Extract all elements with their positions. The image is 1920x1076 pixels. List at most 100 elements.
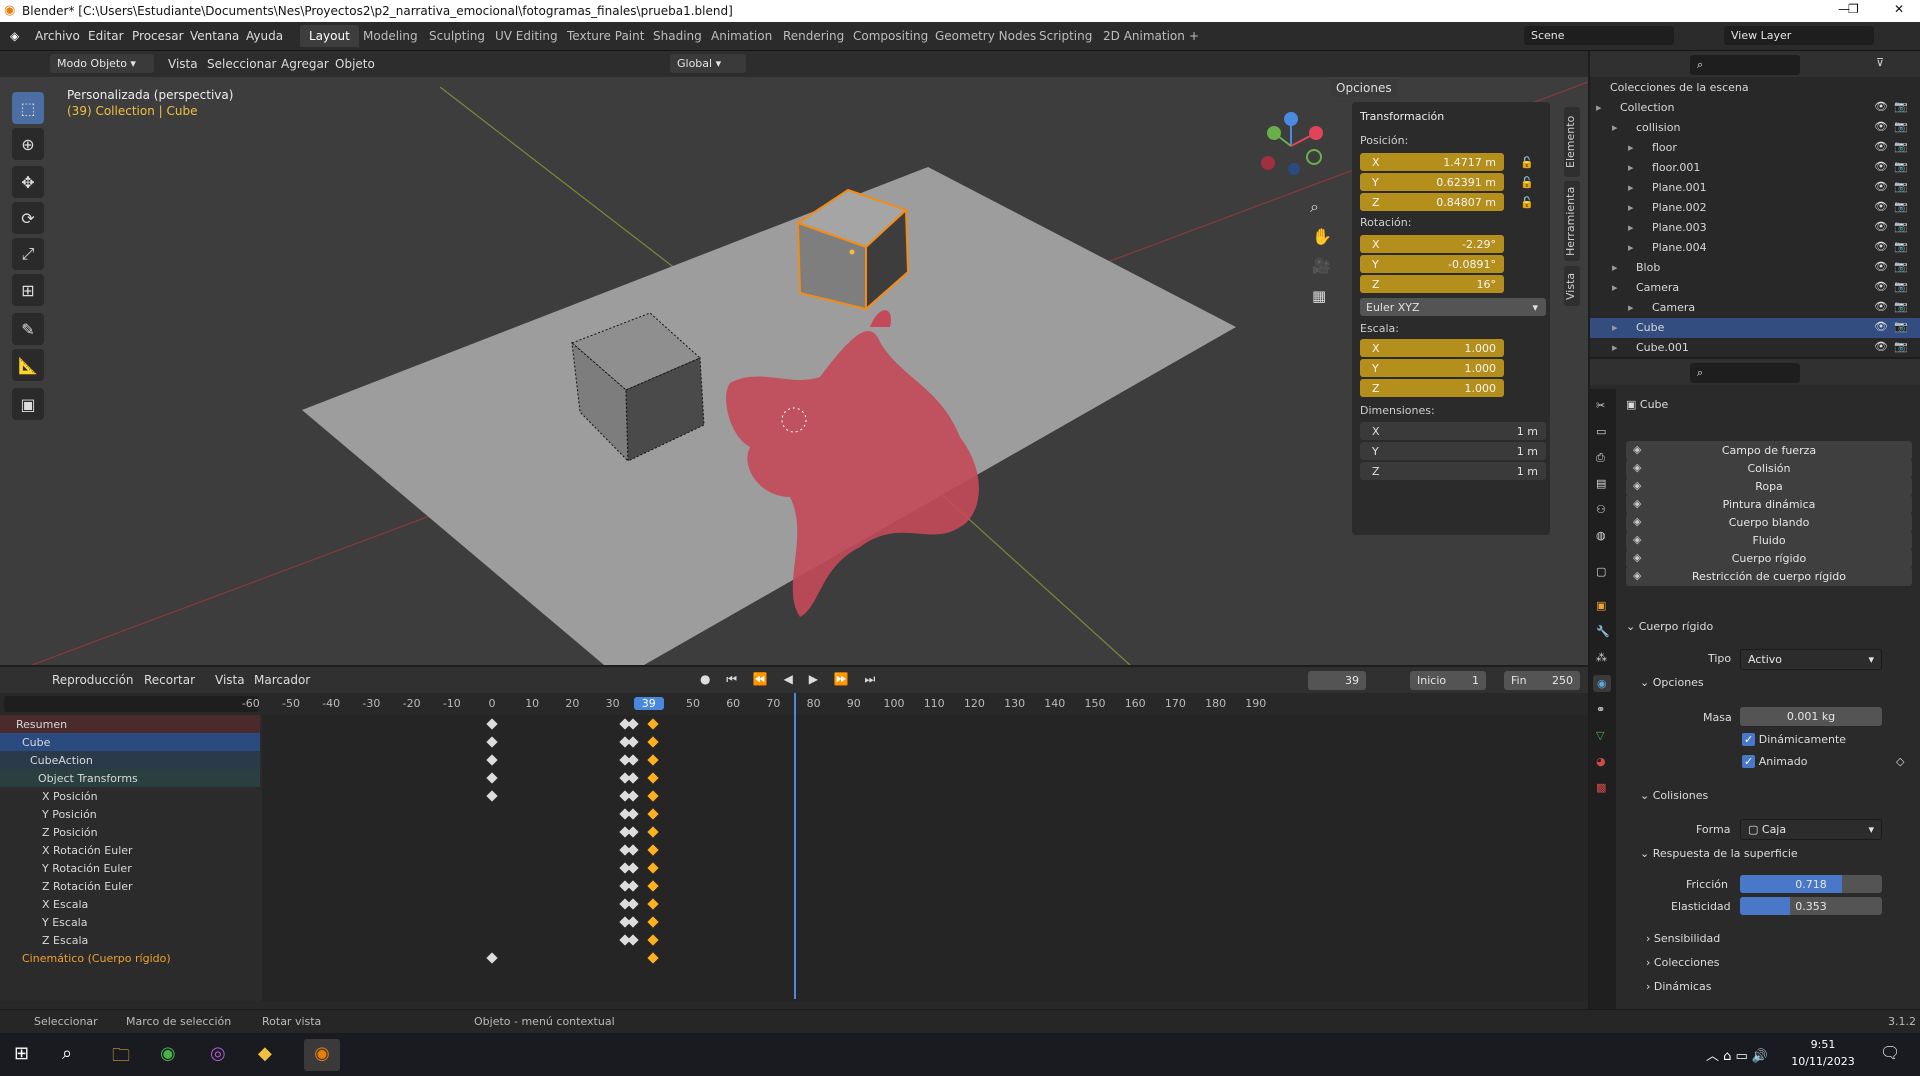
tab-compositing[interactable]: Compositing [844,25,937,47]
dinamicas-subpanel[interactable]: › Dinámicas [1646,980,1711,993]
windows-start-icon[interactable]: ⊞ [14,1043,29,1064]
scale-tool-icon[interactable]: ⤢ [12,238,44,270]
visibility-eye-icon[interactable]: 👁 [1874,120,1888,133]
visibility-eye-icon[interactable]: 👁 [1874,280,1888,293]
keyframe-diamond[interactable] [627,916,639,928]
channel-row[interactable]: Y Escala [0,913,260,931]
viewport-menu-seleccionar[interactable]: Seleccionar [207,57,276,71]
position-x-field[interactable]: X 1.4717 m [1360,153,1504,171]
visibility-eye-icon[interactable]: 👁 [1874,320,1888,333]
keyframe-diamond[interactable] [647,898,659,910]
keyframe-diamond[interactable] [647,862,659,874]
dimension-x-field[interactable]: X 1 m [1360,422,1546,440]
channel-row[interactable]: Z Rotación Euler [0,877,260,895]
physics-button[interactable]: ◈ Restricción de cuerpo rígido [1626,567,1912,586]
orientation-selector[interactable]: Global ▾ [670,54,746,73]
expand-arrow-icon[interactable]: ▸ [1628,181,1634,194]
timeline-editor[interactable]: Reproducción Recortar Vista Marcador ● ⏮… [0,667,1588,1014]
render-camera-icon[interactable]: 📷 [1894,280,1908,293]
clock-date[interactable]: 10/11/2023 [1788,1055,1858,1068]
camera-view-icon[interactable]: 🎥 [1312,257,1331,275]
particles-tab-icon[interactable]: ⁂ [1596,651,1607,664]
keyframe-diamond[interactable] [647,808,659,820]
render-camera-icon[interactable]: 📷 [1894,240,1908,253]
viewport-menu-agregar[interactable]: Agregar [281,57,329,71]
visibility-eye-icon[interactable]: 👁 [1874,220,1888,233]
outliner-row[interactable]: ▸ Plane.001 👁 📷 [1590,178,1920,198]
annotate-tool-icon[interactable]: ✎ [12,313,44,345]
visibility-eye-icon[interactable]: 👁 [1874,180,1888,193]
physics-tab-icon[interactable]: ◉ [1593,675,1611,692]
tab-herramienta[interactable]: Herramienta [1564,181,1580,261]
tab-uv-editing[interactable]: UV Editing [486,25,567,47]
transform-tool-icon[interactable]: ⊞ [12,274,44,306]
expand-arrow-icon[interactable]: ▸ [1612,341,1618,354]
expand-arrow-icon[interactable]: ▸ [1612,261,1618,274]
mode-selector[interactable]: Modo Objeto ▾ [50,54,154,73]
cursor-tool-icon[interactable]: ⊕ [12,128,44,160]
rotate-tool-icon[interactable]: ⟳ [12,202,44,234]
channel-row[interactable]: X Escala [0,895,260,913]
visibility-eye-icon[interactable]: 👁 [1874,140,1888,153]
expand-arrow-icon[interactable]: ▸ [1628,221,1634,234]
menu-editar[interactable]: Editar [88,29,124,43]
render-camera-icon[interactable]: 📷 [1894,220,1908,233]
keyframe-diamond[interactable] [627,736,639,748]
viewport-menu-objeto[interactable]: Objeto [335,57,375,71]
measure-tool-icon[interactable]: 📐 [12,349,44,381]
visibility-eye-icon[interactable]: 👁 [1874,100,1888,113]
keyframe-diamond[interactable] [647,952,659,964]
visibility-eye-icon[interactable]: 👁 [1874,300,1888,313]
visibility-eye-icon[interactable]: 👁 [1874,200,1888,213]
tipo-select[interactable]: Activo ▾ [1740,649,1882,670]
keyframe-diamond[interactable] [647,772,659,784]
channel-row[interactable]: Resumen [0,715,260,733]
dinamicamente-checkbox[interactable]: ✓ Dinámicamente [1742,733,1846,746]
keyframe-diamond[interactable] [486,718,498,730]
keyframe-diamond[interactable] [627,898,639,910]
render-camera-icon[interactable]: 📷 [1894,160,1908,173]
keyframe-diamond[interactable] [647,934,659,946]
viewport-menu-vista[interactable]: Vista [168,57,198,71]
scale-x-field[interactable]: X 1.000 [1360,339,1504,357]
channel-row[interactable]: Y Rotación Euler [0,859,260,877]
expand-arrow-icon[interactable]: ▸ [1612,321,1618,334]
expand-arrow-icon[interactable]: ▸ [1612,121,1618,134]
keyframe-diamond-icon[interactable]: ◇ [1896,755,1904,768]
tab-layout[interactable]: Layout [300,25,359,47]
outliner-row[interactable]: ▸ floor.001 👁 📷 [1590,158,1920,178]
channel-row[interactable]: Cinemático (Cuerpo rígido) [0,949,260,967]
visibility-eye-icon[interactable]: 👁 [1874,260,1888,273]
constraints-tab-icon[interactable]: ⚭ [1596,703,1605,716]
keyframe-diamond[interactable] [627,862,639,874]
keyframe-diamond[interactable] [486,790,498,802]
sensibilidad-subpanel[interactable]: › Sensibilidad [1646,932,1720,945]
outliner-row[interactable]: ▸ Blob 👁 📷 [1590,258,1920,278]
physics-button[interactable]: ◈ Campo de fuerza [1626,441,1912,460]
keyframe-diamond[interactable] [627,808,639,820]
keyframe-diamond[interactable] [627,790,639,802]
rigid-body-panel-header[interactable]: ⌄ Cuerpo rígido [1626,620,1713,633]
menu-ayuda[interactable]: Ayuda [246,29,283,43]
friccion-slider[interactable]: 0.718 [1740,875,1882,893]
add-cube-tool-icon[interactable]: ▣ [12,388,44,420]
outliner-row[interactable]: ▸ Plane.003 👁 📷 [1590,218,1920,238]
physics-button[interactable]: ◈ Pintura dinámica [1626,495,1912,514]
keyframe-diamond[interactable] [627,880,639,892]
physics-button[interactable]: ◈ Ropa [1626,477,1912,496]
outliner-search-input[interactable]: ⌕ [1690,55,1800,75]
outliner-row[interactable]: ▸ collision 👁 📷 [1590,118,1920,138]
menu-archivo[interactable]: Archivo [35,29,80,43]
move-tool-icon[interactable]: ✥ [12,166,44,198]
keyframe-diamond[interactable] [647,916,659,928]
channel-row[interactable]: Z Escala [0,931,260,949]
dimension-z-field[interactable]: Z 1 m [1360,462,1546,480]
outliner-root[interactable]: Colecciones de la escena [1590,78,1920,98]
render-camera-icon[interactable]: 📷 [1894,180,1908,193]
pan-hand-icon[interactable]: ✋ [1312,227,1332,246]
view-layer-tab-icon[interactable]: ▤ [1596,477,1606,490]
render-camera-icon[interactable]: 📷 [1894,100,1908,113]
render-camera-icon[interactable]: 📷 [1894,140,1908,153]
channel-row[interactable]: X Posición [0,787,260,805]
channel-row[interactable]: Z Posición [0,823,260,841]
